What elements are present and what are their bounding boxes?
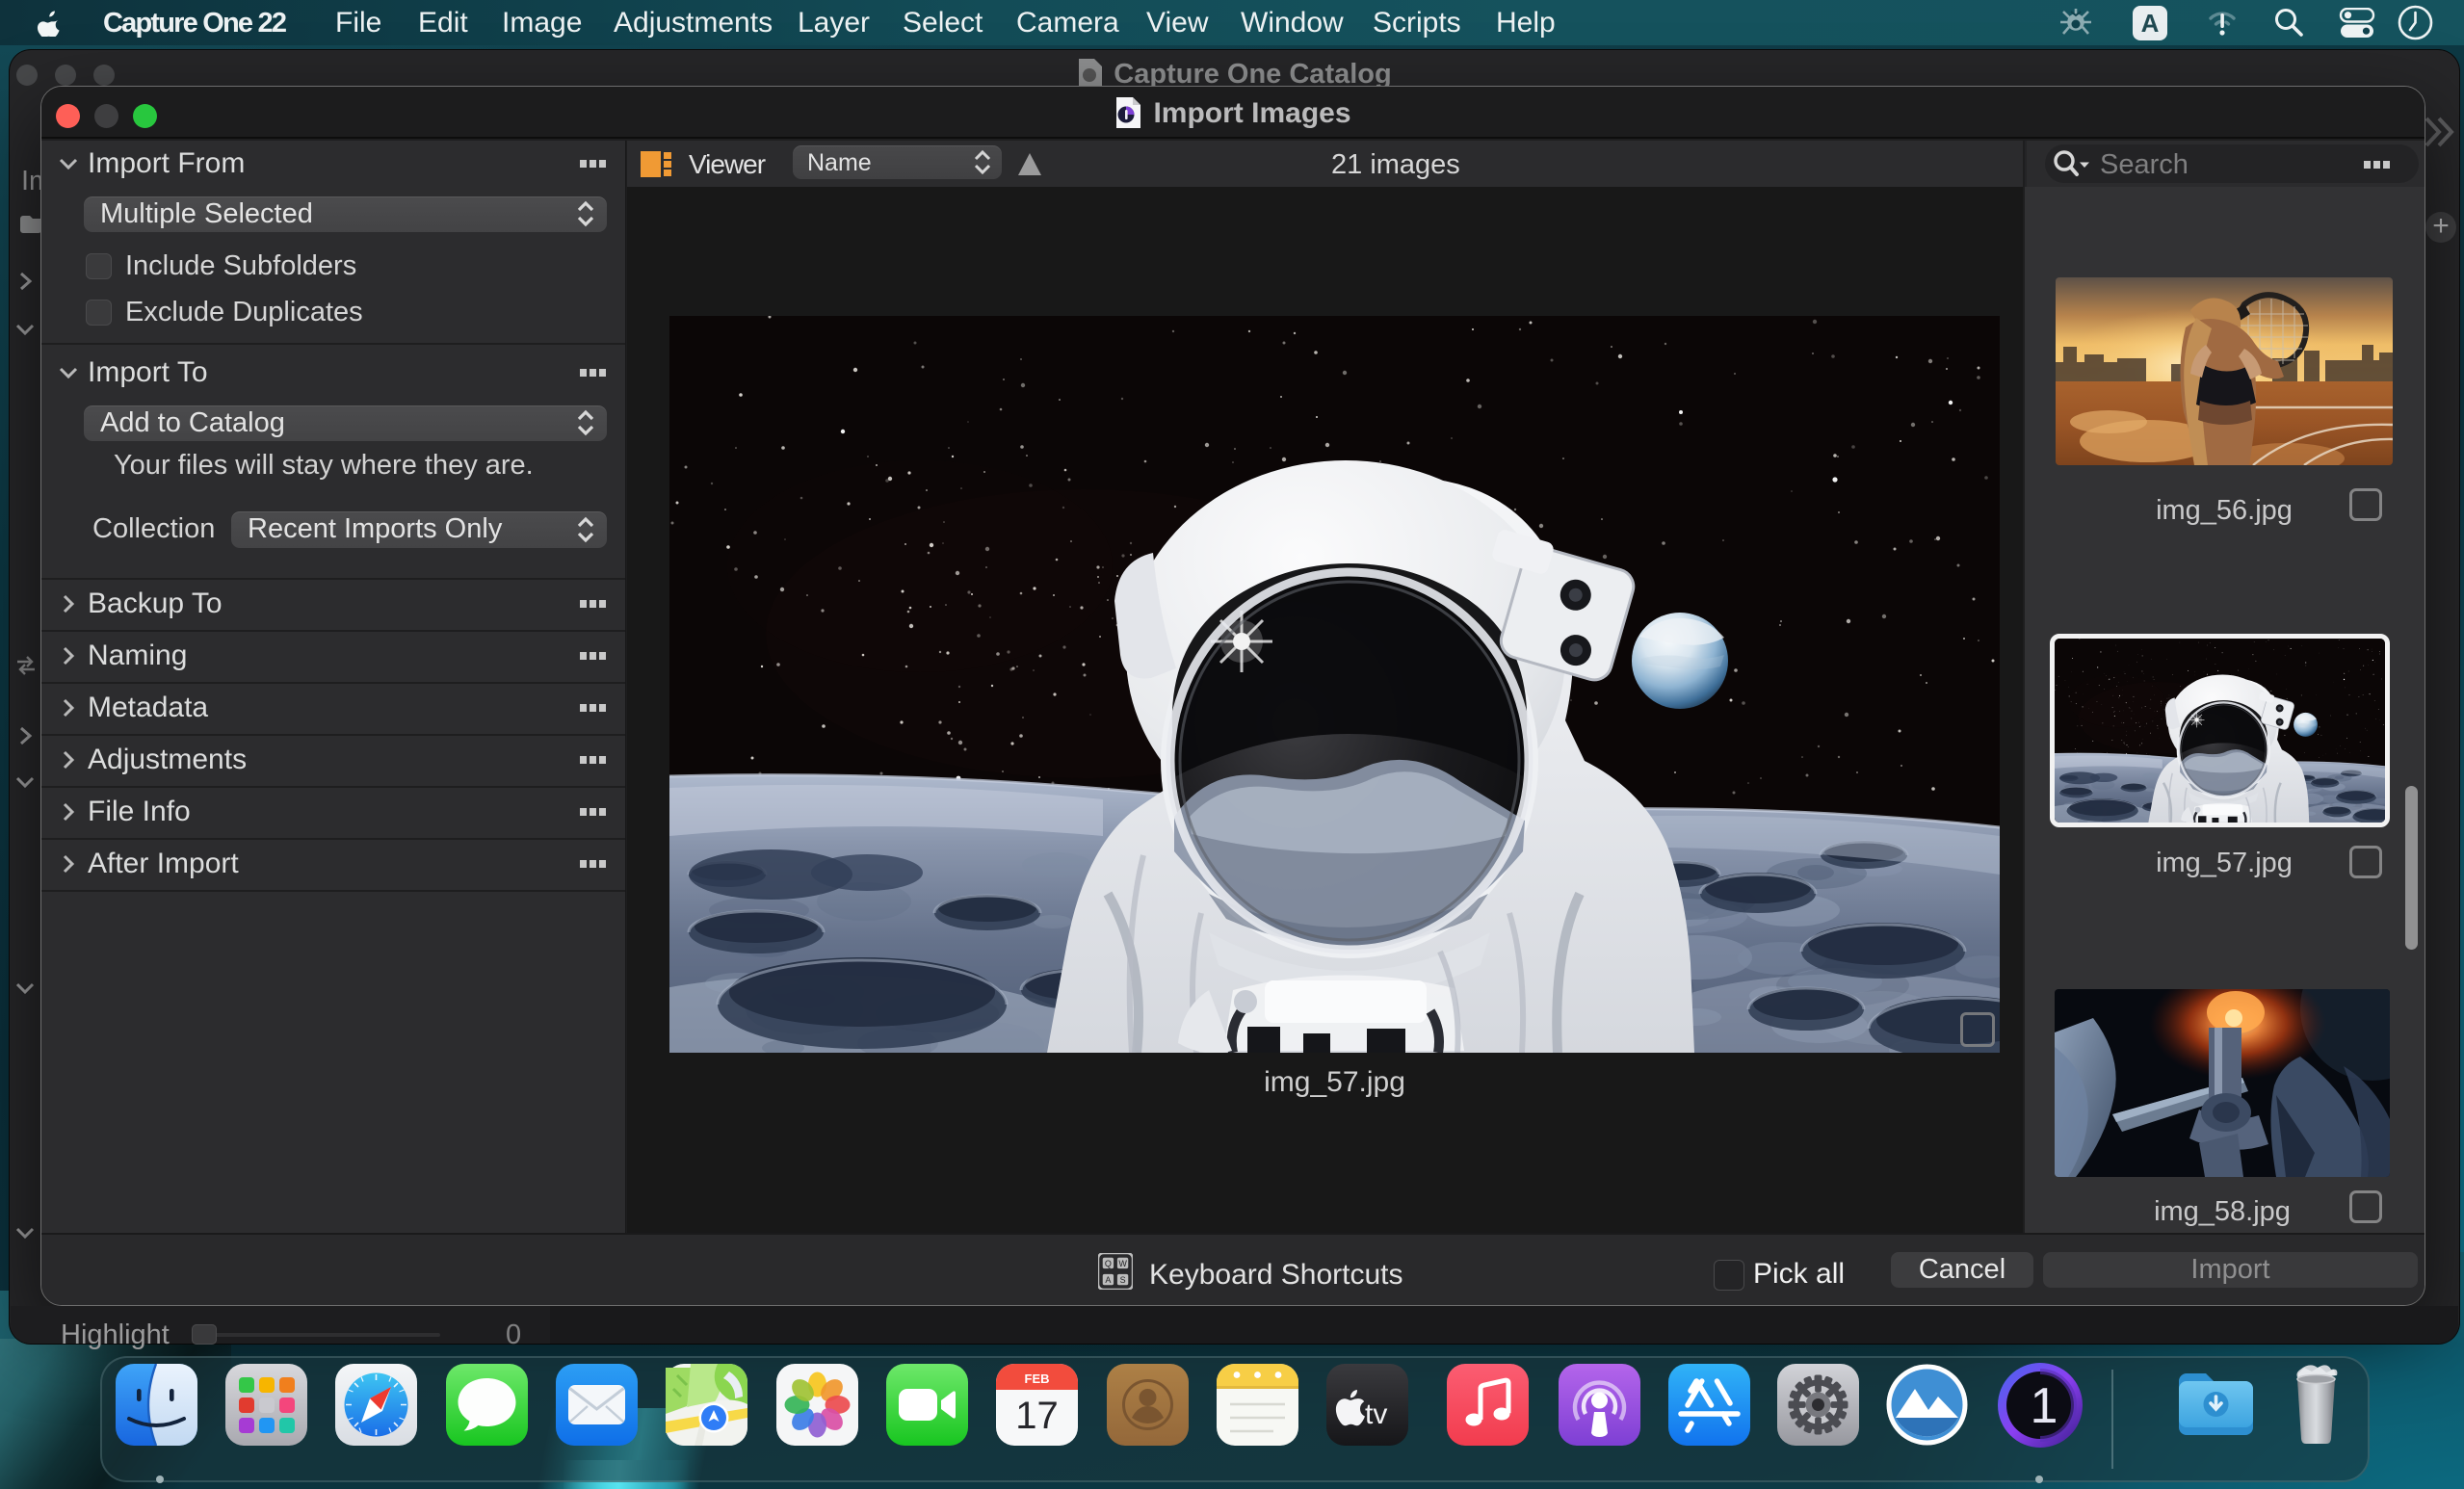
svg-text:W: W	[1118, 1259, 1127, 1268]
svg-text:tv: tv	[1365, 1398, 1387, 1430]
svg-text:FEB: FEB	[1025, 1371, 1050, 1386]
svg-text:1: 1	[2031, 1378, 2058, 1434]
svg-text:A: A	[2141, 9, 2160, 38]
svg-text:S: S	[1120, 1275, 1126, 1285]
svg-text:Q: Q	[1105, 1259, 1112, 1268]
svg-text:A: A	[1105, 1275, 1111, 1285]
svg-text:17: 17	[1015, 1395, 1059, 1437]
